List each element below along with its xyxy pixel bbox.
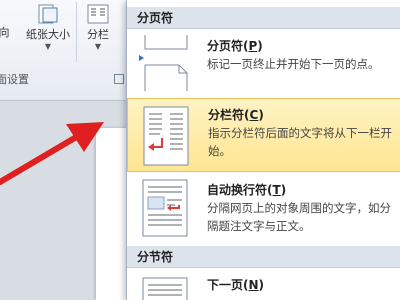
access-key: C: [249, 108, 259, 122]
access-key: P: [248, 39, 258, 53]
menu-item-description: 分隔网页上的对象周围的文字，如分隔题注文字与正文。: [207, 201, 391, 233]
menu-item-text-wrapping-break[interactable]: 自动换行符(T) 分隔网页上的对象周围的文字，如分隔题注文字与正文。: [127, 176, 400, 244]
paper-size-icon: [38, 4, 58, 24]
text-wrapping-break-icon: [142, 179, 188, 237]
section-header-section-breaks: 分节符: [127, 246, 400, 268]
breaks-button[interactable]: 分栏 ▼: [80, 0, 116, 60]
chevron-down-icon: ▼: [94, 42, 102, 51]
columns-icon: [87, 4, 109, 24]
red-arrow-icon: [0, 122, 104, 185]
menu-item-title: 自动换行符: [207, 183, 268, 197]
page-break-icon: [139, 35, 188, 91]
page-setup-group-label: 面设置: [0, 73, 29, 86]
section-header-page-breaks: 分页符: [127, 7, 400, 29]
access-key: N: [248, 278, 259, 292]
menu-item-column-break[interactable]: 分栏符(C) 指示分栏符后面的文字将从下一栏开始。: [127, 98, 400, 172]
paper-size-button[interactable]: 纸张大小 ▼: [22, 0, 74, 60]
breaks-dropdown-menu: 分页符 分页符(P) 标记一页终止并开始下一页的点。 分栏符(C) 指示分栏符后…: [126, 0, 400, 300]
dialog-launcher-icon[interactable]: [114, 74, 124, 84]
breaks-label: 分栏: [87, 28, 109, 41]
menu-item-title: 下一页: [207, 278, 244, 292]
menu-item-page-break[interactable]: 分页符(P) 标记一页终止并开始下一页的点。: [127, 31, 400, 94]
chevron-down-icon: ▼: [44, 42, 52, 51]
ribbon-separator: [76, 2, 77, 62]
paper-size-label: 纸张大小: [26, 28, 70, 41]
menu-item-description: 标记一页终止并开始下一页的点。: [207, 57, 380, 71]
menu-item-title: 分栏符: [208, 108, 245, 122]
next-page-icon: [142, 277, 188, 300]
menu-item-title: 分页符: [207, 39, 244, 53]
menu-item-next-page[interactable]: 下一页(N): [127, 270, 400, 300]
menu-item-description: 指示分栏符后面的文字将从下一栏开始。: [208, 126, 392, 158]
column-break-icon: [143, 106, 189, 166]
access-key: T: [272, 183, 281, 197]
